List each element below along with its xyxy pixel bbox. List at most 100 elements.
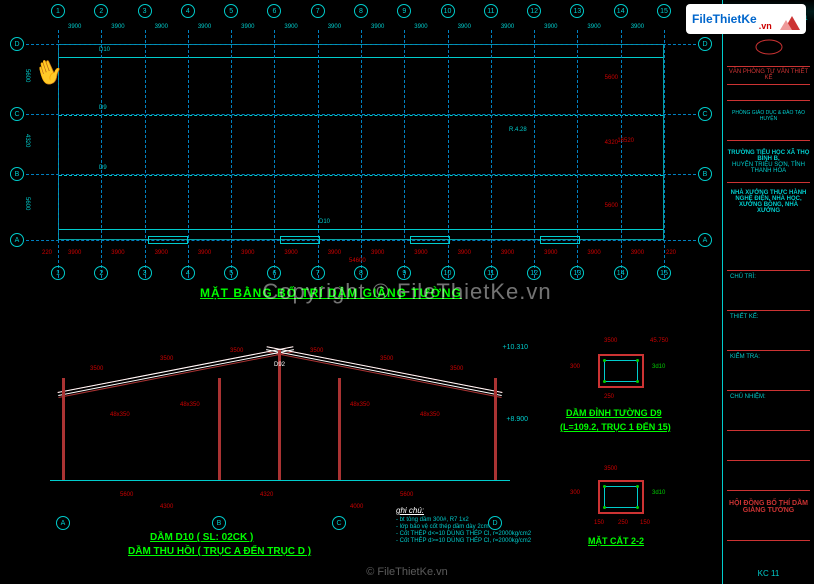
axis-bubble: D [10, 37, 24, 51]
axis-bubble: 3 [138, 266, 152, 280]
app-logo: FileThietKe .vn [686, 4, 806, 34]
title-block: CÔNG TY CỔ PHẦN TƯ VẤN THIẾT KẾ D/A03-01… [722, 0, 814, 584]
dimension: 3900 [544, 24, 557, 30]
tb-client: PHÒNG GIÁO DỤC & ĐÀO TẠO HUYỆN [727, 110, 810, 122]
section-view: +8.900 +10.310 D92 5600 4320 5600 4300 4… [50, 330, 510, 510]
dim: 5600 [400, 492, 413, 498]
dimension: 3900 [328, 250, 341, 256]
rebar-icon [603, 359, 606, 362]
axis-bubble: 11 [484, 266, 498, 280]
note-label: R.4.28 [509, 127, 527, 133]
tb-branch: VĂN PHÒNG TƯ VẤN THIẾT KẾ [727, 66, 810, 81]
axis-bubble: 10 [441, 4, 455, 18]
ridge-post [278, 350, 281, 480]
axis-bubble: 13 [570, 4, 584, 18]
dim: 4000 [350, 504, 363, 510]
dimension: 5600 [605, 203, 618, 209]
dimension: 3900 [198, 250, 211, 256]
tb-hangmuc: NHÀ XƯỞNG THỰC HÀNH NGHỀ ĐIỆN, NHÀ HỌC, … [727, 190, 810, 214]
dimension: 3900 [241, 250, 254, 256]
dimension: 3900 [284, 250, 297, 256]
tb-logo-icon [727, 38, 810, 60]
axis-bubble: 15 [657, 4, 671, 18]
mark: 48x350 [420, 412, 440, 418]
dimension: 3900 [111, 250, 124, 256]
d92-label: D92 [274, 362, 285, 368]
dimension-total: 16520 [617, 138, 634, 144]
drawing-canvas[interactable]: D10 D9 D9 R.4.28 D10 1139003900223900390… [0, 0, 722, 584]
dimension: 3900 [68, 250, 81, 256]
dimension: 3900 [414, 250, 427, 256]
rebar-icon [636, 380, 639, 383]
dimension-total: 54600 [349, 258, 366, 264]
axis-bubble: 9 [397, 4, 411, 18]
seg: 3500 [380, 356, 393, 362]
axis-bubble: B [10, 167, 24, 181]
axis-bubble: A [56, 516, 70, 530]
axis-bubble: 7 [311, 4, 325, 18]
dimension: 3900 [587, 250, 600, 256]
pad [410, 236, 450, 244]
dim: 3500 [604, 466, 617, 472]
note-item: - bt tông dầm 300#, R7 1x2 [396, 517, 531, 523]
beam-label: D9 [99, 165, 107, 171]
notes-block: ghi chú: - bt tông dầm 300#, R7 1x2 - lớ… [396, 506, 531, 545]
dim: 250 [604, 394, 614, 400]
beam-label: D10 [319, 219, 330, 225]
dimension: 3900 [198, 24, 211, 30]
baseline [50, 480, 510, 481]
seg: 3500 [90, 366, 103, 372]
logo-text: FileThietKe [692, 12, 757, 26]
notes-title: ghi chú: [396, 506, 531, 515]
rebar-icon [603, 485, 606, 488]
tb-drawing-name: HỘI ĐỒNG BỐ THÍ DẦM GIẰNG TƯỜNG [727, 500, 810, 514]
dimension: 3900 [284, 24, 297, 30]
rebar-icon [603, 380, 606, 383]
dimension: 3900 [111, 24, 124, 30]
section-title-1: DẦM D10 ( SL: 02CK ) [150, 532, 253, 543]
detail-d9: 3500 45.750 300 3d10 250 DẦM ĐỈNH TƯỜNG … [554, 334, 694, 422]
axis-bubble: 4 [181, 266, 195, 280]
dim: 300 [570, 364, 580, 370]
column [338, 378, 341, 480]
dimension: 220 [42, 250, 52, 256]
dim: 4320 [260, 492, 273, 498]
axis-bubble: 6 [267, 4, 281, 18]
axis-bubble: 11 [484, 4, 498, 18]
dim: 3d10 [652, 490, 665, 496]
rebar-icon [603, 506, 606, 509]
dimension: 3900 [241, 24, 254, 30]
axis-bubble: 12 [527, 4, 541, 18]
axis-bubble: 14 [614, 4, 628, 18]
dimension: 5600 [605, 75, 618, 81]
section-box [598, 354, 644, 388]
note-item: - Cốt THÉP d<=10 DÙNG THÉP CI, r=2000kg/… [396, 531, 531, 537]
note-item: - lớp bảo vệ cốt thép dầm dày 2cm [396, 524, 531, 530]
axis-bubble: 15 [657, 266, 671, 280]
axis-bubble: C [10, 107, 24, 121]
seg: 3500 [450, 366, 463, 372]
dimension: 3900 [371, 24, 384, 30]
logo-suffix: .vn [759, 21, 772, 31]
grid-line [26, 44, 696, 45]
tb-row: CHỦ NHIỆM: [727, 390, 810, 403]
dimension: 220 [666, 250, 676, 256]
axis-bubble: 2 [94, 266, 108, 280]
column [62, 378, 65, 480]
axis-bubble: 10 [441, 266, 455, 280]
axis-bubble: 2 [94, 4, 108, 18]
pad [280, 236, 320, 244]
axis-bubble: 12 [527, 266, 541, 280]
pad [148, 236, 188, 244]
dimension: 3900 [458, 24, 471, 30]
axis-bubble: 8 [354, 266, 368, 280]
axis-bubble: 13 [570, 266, 584, 280]
tb-row: KIỂM TRA: [727, 350, 810, 363]
detail-title: DẦM ĐỈNH TƯỜNG D9 [566, 408, 662, 418]
tie-right [266, 346, 502, 396]
dimension: 3900 [631, 24, 644, 30]
grid-line [26, 114, 696, 115]
tb-row: THIẾT KẾ: [727, 310, 810, 323]
axis-bubble: 1 [51, 266, 65, 280]
pad [540, 236, 580, 244]
